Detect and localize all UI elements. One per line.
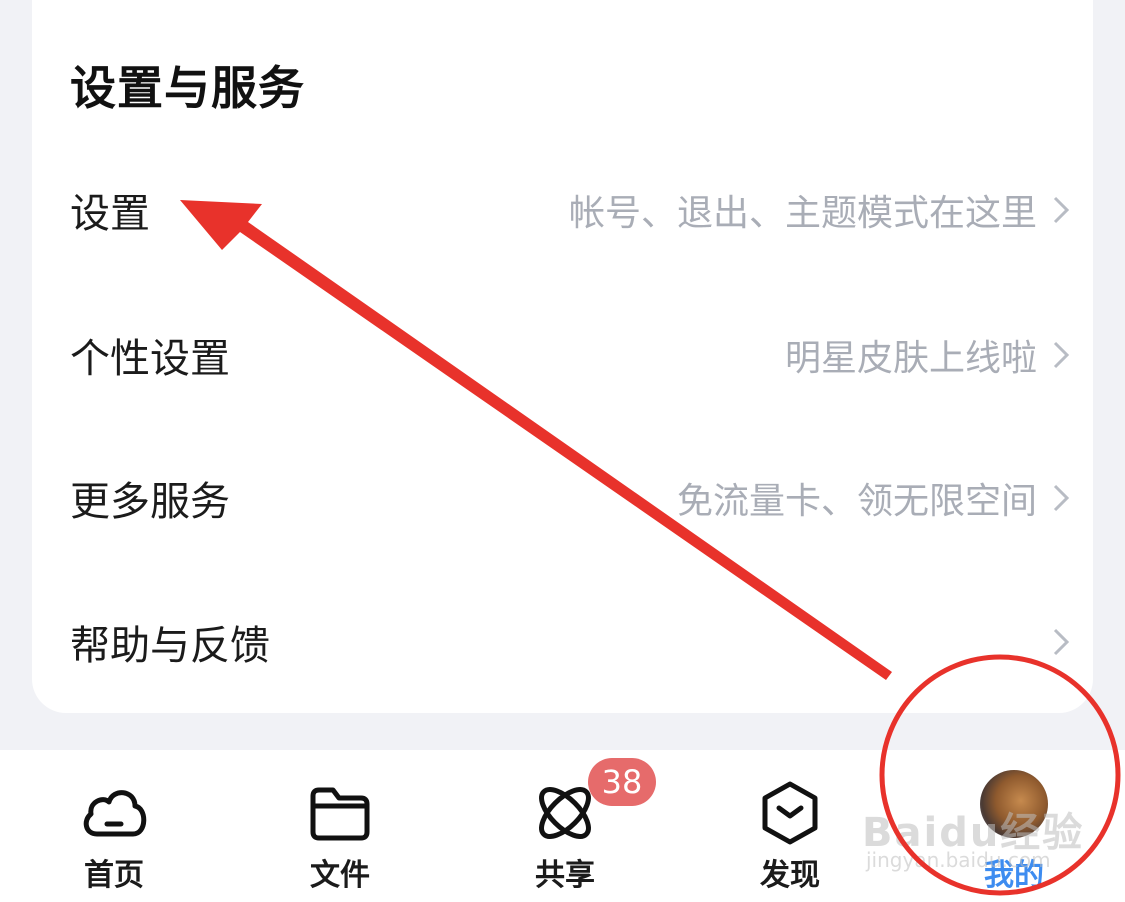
settings-row-personalize[interactable]: 个性设置 明星皮肤上线啦 [32,295,1093,415]
chevron-right-icon [1053,196,1070,224]
settings-row-more-services[interactable]: 更多服务 免流量卡、领无限空间 [32,438,1093,558]
section-title: 设置与服务 [70,61,305,115]
notification-badge: 38 [588,758,656,806]
row-label: 帮助与反馈 [70,623,270,669]
folder-icon [310,787,370,841]
tab-discover[interactable]: 发现 [700,750,880,902]
chevron-right-icon [1053,484,1070,512]
settings-row-help-feedback[interactable]: 帮助与反馈 [32,582,1093,702]
row-label: 更多服务 [70,479,230,525]
tab-label: 共享 [535,858,595,893]
settings-row-settings[interactable]: 设置 帐号、退出、主题模式在这里 [32,150,1093,270]
tab-label: 首页 [84,858,144,893]
tab-label: 文件 [310,858,370,893]
chevron-right-icon [1053,628,1070,656]
cloud-icon [83,790,147,837]
row-hint: 免流量卡、领无限空间 [676,481,1037,522]
row-hint: 明星皮肤上线啦 [784,338,1037,379]
watermark-url: jingyan.baidu.com [866,848,1051,872]
row-label: 个性设置 [70,336,230,382]
tab-files[interactable]: 文件 [250,750,430,902]
discover-cube-icon [762,781,818,845]
chevron-right-icon [1053,341,1070,369]
tab-label: 发现 [760,858,820,893]
row-label: 设置 [70,191,150,237]
row-hint: 帐号、退出、主题模式在这里 [568,193,1037,234]
tab-home[interactable]: 首页 [24,750,204,902]
